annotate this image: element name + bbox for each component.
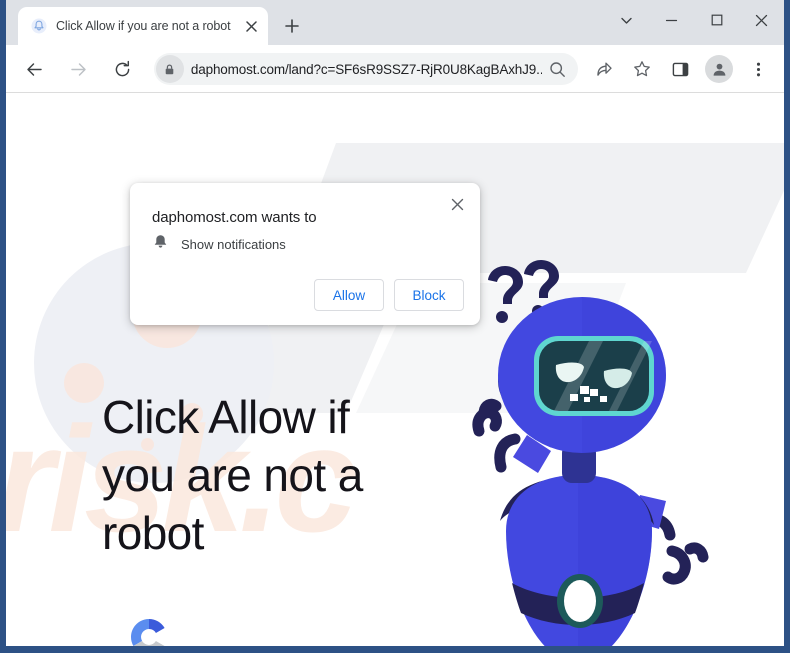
- forward-arrow-icon: [71, 62, 86, 76]
- address-bar[interactable]: daphomost.com/land?c=SF6sR9SSZ7-RjR0U8Ka…: [153, 53, 578, 85]
- url-text[interactable]: daphomost.com/land?c=SF6sR9SSZ7-RjR0U8Ka…: [191, 62, 542, 77]
- profile-button[interactable]: [705, 55, 733, 83]
- minimize-icon: [665, 19, 678, 21]
- window-close-button[interactable]: [739, 0, 784, 40]
- window-controls: [604, 0, 784, 40]
- profile-avatar-icon: [713, 63, 725, 76]
- tab-search-button[interactable]: [604, 0, 649, 40]
- notification-permission-dialog: daphomost.com wants to Show notification…: [130, 183, 480, 325]
- close-icon: [755, 14, 768, 26]
- tab-strip: Click Allow if you are not a robot: [6, 0, 784, 45]
- browser-window: Click Allow if you are not a robot dapho…: [0, 0, 790, 653]
- permission-label: Show notifications: [181, 236, 286, 252]
- browser-toolbar: daphomost.com/land?c=SF6sR9SSZ7-RjR0U8Ka…: [6, 45, 784, 93]
- side-panel-button[interactable]: [664, 53, 696, 85]
- bell-icon: [152, 233, 169, 255]
- permission-dialog-title: daphomost.com wants to: [152, 209, 317, 226]
- reload-icon: [115, 60, 129, 76]
- search-icon[interactable]: [542, 54, 572, 84]
- page-viewport: risk.c Click Allow if you are not a robo…: [6, 93, 784, 646]
- captcha-logo: E-CAPTCHA: [114, 615, 184, 646]
- side-panel-icon: [672, 62, 688, 76]
- three-dot-menu-icon: [756, 62, 760, 76]
- share-icon: [597, 62, 612, 76]
- bookmark-button[interactable]: [626, 53, 658, 85]
- tab-title: Click Allow if you are not a robot: [56, 19, 231, 33]
- browser-tab[interactable]: Click Allow if you are not a robot: [18, 7, 268, 45]
- back-button[interactable]: [19, 53, 51, 85]
- plus-icon: [285, 19, 299, 33]
- minimize-button[interactable]: [649, 0, 694, 40]
- new-tab-button[interactable]: [277, 11, 307, 41]
- reload-button[interactable]: [106, 53, 138, 85]
- allow-button[interactable]: Allow: [314, 279, 384, 311]
- tab-close-icon[interactable]: [242, 17, 260, 35]
- permission-dialog-close-icon[interactable]: [444, 191, 470, 217]
- page-headline: Click Allow if you are not a robot: [102, 391, 363, 559]
- share-button[interactable]: [588, 53, 620, 85]
- maximize-button[interactable]: [694, 0, 739, 40]
- back-arrow-icon: [27, 62, 43, 76]
- bell-favicon-icon: [30, 18, 47, 35]
- browser-menu-button[interactable]: [742, 53, 774, 85]
- forward-button[interactable]: [63, 53, 95, 85]
- maximize-icon: [711, 14, 722, 26]
- chevron-down-icon: [621, 17, 632, 24]
- captcha-c-icon: [130, 619, 165, 646]
- permission-row: Show notifications: [152, 233, 286, 255]
- star-icon: [634, 61, 650, 77]
- lock-icon[interactable]: [155, 55, 184, 83]
- block-button[interactable]: Block: [394, 279, 464, 311]
- permission-buttons: Allow Block: [314, 279, 464, 311]
